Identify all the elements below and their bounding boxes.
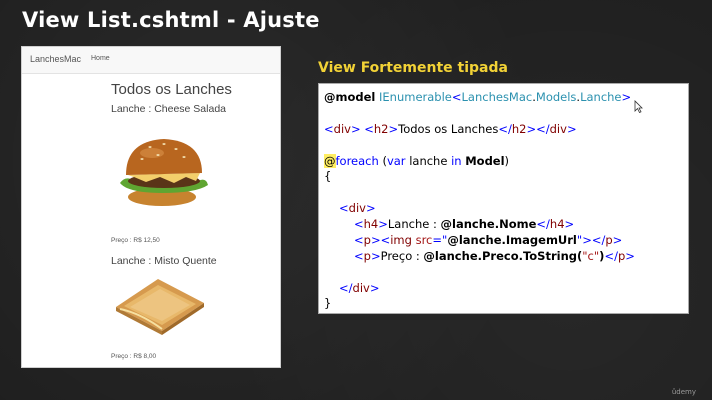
code-line-7: <p><img src="@lanche.ImagemUrl"></p> [354,233,623,247]
code-heading: View Fortemente tipada [318,60,508,76]
code-line-6: <h4>Lanche : @lanche.Nome</h4> [354,217,575,231]
page-title: Todos os Lanches [111,81,232,98]
navbar-brand[interactable]: LanchesMac [30,54,81,64]
item-price-cheese-salada: Preço : R$ 12,50 [111,237,160,244]
item-price-misto-quente: Preço : R$ 8,00 [111,353,157,360]
code-line-2: <div> <h2>Todos os Lanches</h2></div> [324,122,577,136]
browser-preview: LanchesMac Home Todos os Lanches Lanche … [21,46,281,368]
mouse-cursor-icon [634,100,643,113]
item-heading-misto-quente: Lanche : Misto Quente [111,255,217,267]
code-line-10: } [324,296,332,310]
item-heading-cheese-salada: Lanche : Cheese Salada [111,103,227,115]
toasted-sandwich-image [116,279,204,335]
code-line-9: </div> [339,281,380,295]
udemy-watermark: ûdemy [671,388,696,396]
code-line-4: { [324,169,332,183]
code-editor: @model IEnumerable<LanchesMac.Models.Lan… [318,83,689,314]
code-line-8: <p>Preço : @lanche.Preco.ToString("c")</… [354,249,635,263]
code-line-5: <div> [339,201,376,215]
navbar: LanchesMac Home [22,47,280,74]
cheeseburger-image [120,139,208,206]
code-line-3: @foreach (var lanche in Model) [324,154,510,168]
nav-home-link[interactable]: Home [91,55,110,62]
code-line-1: @model IEnumerable<LanchesMac.Models.Lan… [324,90,632,104]
slide-title: View List.cshtml - Ajuste [22,8,320,32]
